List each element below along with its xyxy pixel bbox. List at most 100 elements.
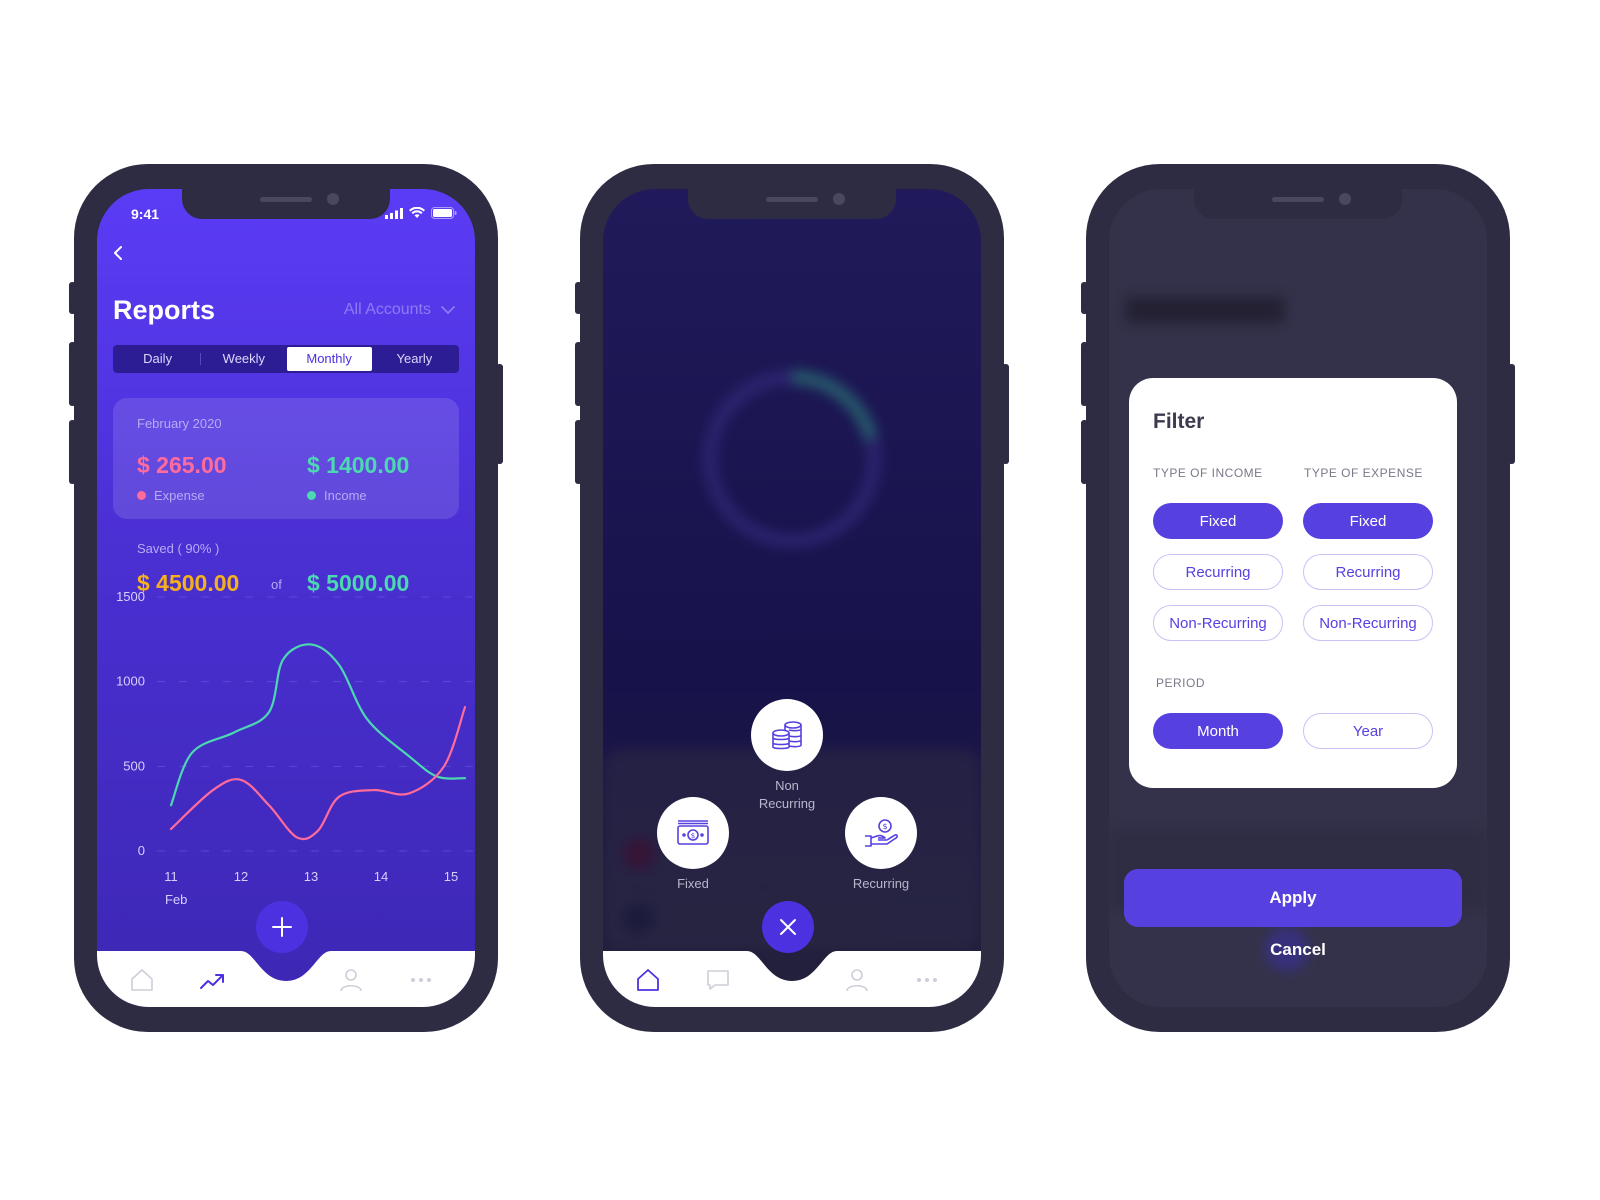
notch: [688, 189, 896, 219]
page-title: Reports: [113, 295, 216, 325]
period-tabs: Daily Weekly Monthly Yearly: [113, 345, 459, 373]
x-tick-label: 11: [164, 869, 178, 884]
income-recurring-chip[interactable]: Recurring: [1153, 554, 1283, 590]
non-recurring-label-line2: Recurring: [758, 796, 816, 811]
x-tick-label: 12: [234, 869, 248, 884]
fixed-button[interactable]: $: [657, 797, 729, 869]
phone-filter: Filter TYPE OF INCOME TYPE OF EXPENSE Fi…: [1081, 164, 1515, 1032]
cancel-button[interactable]: Cancel: [1109, 940, 1487, 960]
coins-icon: [772, 721, 802, 750]
mockup-stage: 9:41 Reports All Accounts Daily Weekly M…: [0, 0, 1600, 1200]
battery-icon: [431, 207, 457, 219]
phone-volume-down: [1081, 420, 1088, 484]
trend-icon[interactable]: [199, 967, 225, 993]
filter-screen: Filter TYPE OF INCOME TYPE OF EXPENSE Fi…: [1109, 189, 1487, 1007]
recurring-label: Recurring: [852, 876, 910, 891]
y-tick-label: 500: [123, 758, 145, 773]
more-icon[interactable]: [408, 967, 434, 993]
phone-reports: 9:41 Reports All Accounts Daily Weekly M…: [69, 164, 503, 1032]
close-icon: [780, 919, 796, 935]
actions-screen: Non Recurring $ Fixed $ Recurring: [603, 189, 981, 1007]
series-line-expense: [169, 705, 467, 841]
non-recurring-button[interactable]: [751, 699, 823, 771]
phone-volume-down: [575, 420, 582, 484]
summary-date: February 2020: [137, 416, 222, 431]
fixed-label: Fixed: [677, 876, 709, 891]
phone-mute-switch: [69, 282, 76, 314]
filter-title: Filter: [1153, 410, 1205, 433]
phone-volume-down: [69, 420, 76, 484]
saved-label: Saved ( 90% ): [137, 541, 220, 556]
expense-non-recurring-chip[interactable]: Non-Recurring: [1303, 605, 1433, 641]
notch: [1194, 189, 1402, 219]
signal-icon: [385, 207, 403, 219]
plus-icon: [272, 917, 292, 937]
report-line-chart: 1500 1000 500 0 11 12 13 14 15 Feb: [116, 589, 475, 907]
back-icon[interactable]: [111, 245, 127, 261]
expense-legend: Expense: [137, 488, 205, 503]
home-icon[interactable]: [635, 967, 661, 993]
x-axis-label: Feb: [165, 892, 187, 907]
account-select-label: All Accounts: [343, 301, 431, 318]
tab-weekly[interactable]: Weekly: [201, 347, 286, 371]
expense-fixed-chip[interactable]: Fixed: [1303, 503, 1433, 539]
close-menu-button[interactable]: [762, 901, 814, 953]
status-icons: [385, 207, 457, 219]
expense-dot-icon: [137, 491, 146, 500]
more-icon[interactable]: [914, 967, 940, 993]
phone-power-button: [496, 364, 503, 464]
income-legend: Income: [307, 488, 367, 503]
period-month-chip[interactable]: Month: [1153, 713, 1283, 749]
income-label: Income: [324, 488, 367, 503]
apply-button[interactable]: Apply: [1124, 869, 1462, 927]
tab-daily[interactable]: Daily: [115, 347, 200, 371]
expense-type-label: TYPE OF EXPENSE: [1304, 466, 1423, 480]
svg-text:$: $: [691, 832, 695, 840]
hand-money-icon: $: [865, 819, 898, 847]
phone-volume-up: [575, 342, 582, 406]
reports-screen: 9:41 Reports All Accounts Daily Weekly M…: [97, 189, 475, 1007]
phone-mute-switch: [1081, 282, 1088, 314]
account-select[interactable]: All Accounts: [344, 301, 455, 319]
expense-recurring-chip[interactable]: Recurring: [1303, 554, 1433, 590]
x-tick-label: 14: [374, 869, 388, 884]
non-recurring-label-line1: Non: [775, 778, 799, 793]
home-icon[interactable]: [129, 967, 155, 993]
tab-monthly[interactable]: Monthly: [286, 347, 372, 371]
income-fixed-chip[interactable]: Fixed: [1153, 503, 1283, 539]
recurring-button[interactable]: $: [845, 797, 917, 869]
cash-icon: $: [677, 820, 709, 845]
phone-power-button: [1002, 364, 1009, 464]
phone-mute-switch: [575, 282, 582, 314]
phone-volume-up: [69, 342, 76, 406]
tab-yearly[interactable]: Yearly: [372, 347, 457, 371]
period-year-chip[interactable]: Year: [1303, 713, 1433, 749]
y-tick-label: 1500: [116, 589, 145, 604]
income-type-label: TYPE OF INCOME: [1153, 466, 1263, 480]
svg-text:$: $: [882, 822, 887, 831]
y-tick-label: 0: [138, 843, 145, 858]
non-recurring-label: Non Recurring: [737, 777, 837, 813]
wifi-icon: [409, 207, 425, 218]
notch: [182, 189, 390, 219]
filter-modal: Filter TYPE OF INCOME TYPE OF EXPENSE Fi…: [1129, 378, 1457, 788]
phone-power-button: [1508, 364, 1515, 464]
expense-label: Expense: [154, 488, 205, 503]
phone-volume-up: [1081, 342, 1088, 406]
income-amount: $ 1400.00: [307, 452, 410, 478]
income-non-recurring-chip[interactable]: Non-Recurring: [1153, 605, 1283, 641]
x-tick-label: 13: [304, 869, 318, 884]
chevron-down-icon: [441, 305, 455, 314]
chat-icon[interactable]: [705, 967, 731, 993]
y-tick-label: 1000: [116, 674, 145, 689]
user-icon[interactable]: [338, 967, 364, 993]
expense-amount: $ 265.00: [137, 452, 227, 478]
user-icon[interactable]: [844, 967, 870, 993]
status-time: 9:41: [131, 206, 160, 222]
income-dot-icon: [307, 491, 316, 500]
period-label: PERIOD: [1156, 676, 1206, 690]
add-button[interactable]: [256, 901, 308, 953]
summary-card: February 2020 $ 265.00 Expense $ 1400.00…: [113, 398, 459, 519]
phone-actions: Non Recurring $ Fixed $ Recurring: [575, 164, 1009, 1032]
x-tick-label: 15: [444, 869, 458, 884]
